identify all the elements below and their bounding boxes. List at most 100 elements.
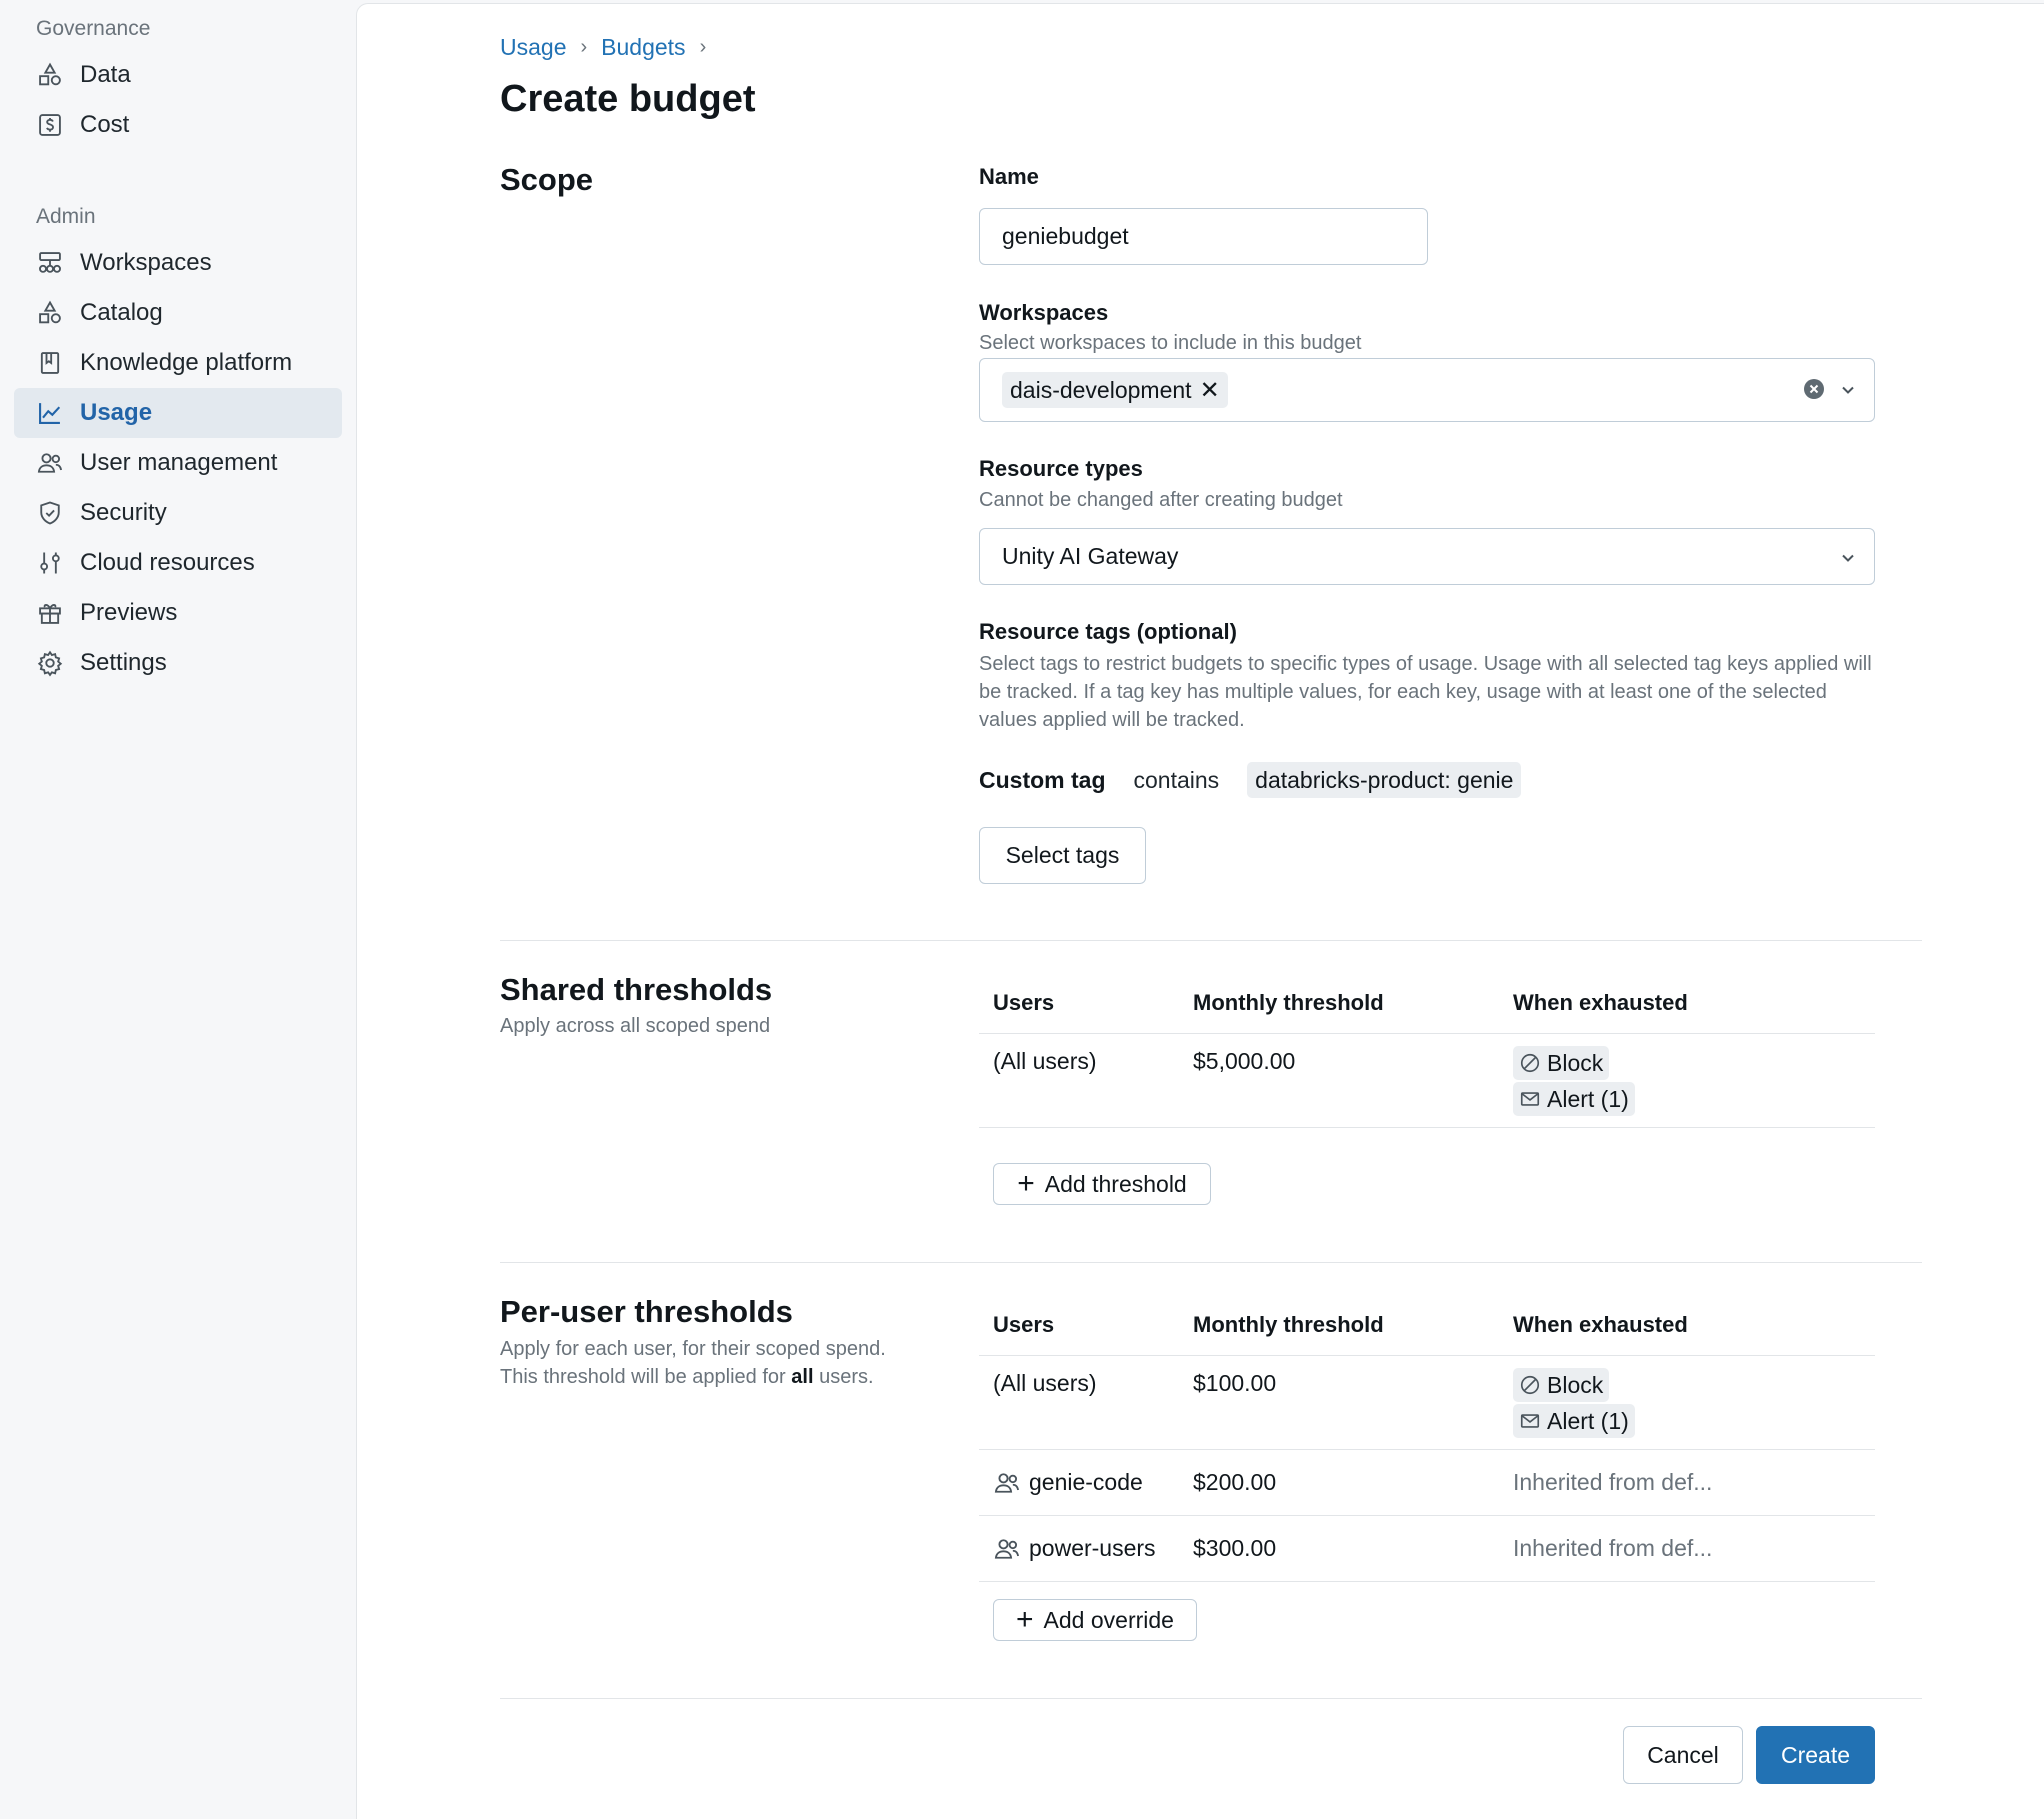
plus-icon: + xyxy=(1016,1603,1034,1636)
row-users: (All users) xyxy=(993,1048,1097,1074)
row-user-name: power-users xyxy=(1029,1535,1156,1561)
name-field[interactable] xyxy=(979,208,1428,265)
sidebar-item-label: Data xyxy=(80,61,131,88)
mail-icon xyxy=(1520,1092,1540,1106)
table-header: Users Monthly threshold When exhausted xyxy=(979,972,1875,1034)
row-users: power-users xyxy=(979,1535,1193,1563)
plus-icon: + xyxy=(1017,1167,1035,1200)
sidebar-item-label: Cost xyxy=(80,111,130,138)
add-override-label: Add override xyxy=(1043,1606,1174,1633)
block-icon xyxy=(1520,1053,1540,1073)
resource-tags-hint: Select tags to restrict budgets to speci… xyxy=(979,653,1872,731)
add-threshold-button[interactable]: + Add threshold xyxy=(993,1163,1211,1205)
shield-icon xyxy=(36,499,64,527)
subtitle-pre: This threshold will be applied for xyxy=(500,1366,786,1388)
column-header-monthly-threshold: Monthly threshold xyxy=(1193,1311,1384,1337)
sidebar-item-catalog[interactable]: Catalog xyxy=(14,288,342,338)
shared-thresholds-subtitle: Apply across all scoped spend xyxy=(500,1015,771,1037)
chevron-down-icon[interactable] xyxy=(1838,379,1858,399)
row-user-name: genie-code xyxy=(1029,1469,1143,1495)
name-input[interactable] xyxy=(1002,223,1427,250)
column-header-monthly-threshold: Monthly threshold xyxy=(1193,989,1384,1015)
resource-types-select[interactable]: Unity AI Gateway xyxy=(979,528,1875,585)
sidebar-item-usage[interactable]: Usage xyxy=(14,388,342,438)
table-row[interactable]: power-users $300.00 Inherited from def..… xyxy=(979,1516,1875,1582)
column-header-users: Users xyxy=(993,989,1055,1015)
remove-chip-icon[interactable]: ✕ xyxy=(1200,376,1220,405)
resource-types-hint: Cannot be changed after creating budget xyxy=(979,489,1343,511)
sidebar-item-data[interactable]: Data xyxy=(14,50,342,100)
alert-badge: Alert (1) xyxy=(1513,1404,1635,1438)
breadcrumb: Usage › Budgets › xyxy=(500,34,720,61)
sliders-icon xyxy=(36,549,64,577)
block-badge: Block xyxy=(1513,1368,1610,1402)
sidebar-item-cost[interactable]: Cost xyxy=(14,100,342,150)
block-label: Block xyxy=(1547,1371,1604,1398)
column-header-users: Users xyxy=(993,1311,1055,1337)
per-user-thresholds-title: Per-user thresholds xyxy=(500,1294,793,1329)
sidebar-item-cloud-resources[interactable]: Cloud resources xyxy=(14,538,342,588)
page-title: Create budget xyxy=(500,78,756,120)
block-icon xyxy=(1520,1375,1540,1395)
tag-filter-row: Custom tag contains databricks-product: … xyxy=(979,762,1522,798)
column-header-when-exhausted: When exhausted xyxy=(1513,1311,1688,1337)
sidebar-item-previews[interactable]: Previews xyxy=(14,588,342,638)
subtitle-line-1: Apply for each user, for their scoped sp… xyxy=(500,1338,886,1360)
subtitle-line-2: This threshold will be applied for all u… xyxy=(500,1363,960,1391)
section-divider xyxy=(500,1262,1922,1263)
subtitle-bold: all xyxy=(791,1366,814,1388)
breadcrumb-separator: › xyxy=(580,36,588,58)
cancel-button[interactable]: Cancel xyxy=(1623,1726,1743,1784)
workspaces-label: Workspaces xyxy=(979,300,1109,325)
breadcrumb-usage-link[interactable]: Usage xyxy=(500,34,566,61)
sidebar-item-label: Previews xyxy=(80,599,178,626)
users-icon xyxy=(36,449,64,477)
sidebar-item-user-management[interactable]: User management xyxy=(14,438,342,488)
sidebar-item-knowledge-platform[interactable]: Knowledge platform xyxy=(14,338,342,388)
table-row[interactable]: (All users) $5,000.00 Block Alert (1) xyxy=(979,1034,1875,1128)
name-label: Name xyxy=(979,164,1039,189)
sidebar-item-settings[interactable]: Settings xyxy=(14,638,342,688)
row-when-exhausted: Inherited from def... xyxy=(1513,1535,1713,1561)
table-row[interactable]: genie-code $200.00 Inherited from def... xyxy=(979,1450,1875,1516)
gift-icon xyxy=(36,599,64,627)
sidebar-section-admin: Admin xyxy=(36,205,96,228)
workspaces-icon xyxy=(36,249,64,277)
shared-thresholds-title: Shared thresholds xyxy=(500,972,773,1007)
per-user-thresholds-table: Users Monthly threshold When exhausted (… xyxy=(979,1294,1875,1582)
section-divider xyxy=(500,940,1922,941)
alert-label: Alert (1) xyxy=(1547,1085,1629,1112)
group-icon xyxy=(993,1535,1021,1563)
sidebar: Governance Data Cost Admin Workspaces Ca… xyxy=(0,0,356,1819)
row-when-exhausted: Block Alert (1) xyxy=(1513,1046,1875,1118)
row-threshold: $100.00 xyxy=(1193,1370,1277,1396)
block-badge: Block xyxy=(1513,1046,1610,1080)
row-threshold: $300.00 xyxy=(1193,1535,1277,1561)
resource-tags-label: Resource tags (optional) xyxy=(979,619,1237,644)
sidebar-item-workspaces[interactable]: Workspaces xyxy=(14,238,342,288)
row-threshold: $200.00 xyxy=(1193,1469,1277,1495)
catalog-shapes-icon xyxy=(36,299,64,327)
alert-label: Alert (1) xyxy=(1547,1407,1629,1434)
block-label: Block xyxy=(1547,1049,1604,1076)
line-chart-icon xyxy=(36,399,64,427)
row-threshold: $5,000.00 xyxy=(1193,1048,1296,1074)
breadcrumb-budgets-link[interactable]: Budgets xyxy=(601,34,685,61)
chevron-down-icon xyxy=(1838,547,1858,567)
select-tags-button[interactable]: Select tags xyxy=(979,827,1146,884)
group-icon xyxy=(993,1469,1021,1497)
workspaces-select[interactable]: dais-development ✕ xyxy=(979,358,1875,422)
sidebar-item-label: Catalog xyxy=(80,299,163,326)
subtitle-post: users. xyxy=(819,1366,874,1388)
add-override-button[interactable]: + Add override xyxy=(993,1599,1197,1641)
tag-operator: contains xyxy=(1133,766,1220,793)
resource-types-value: Unity AI Gateway xyxy=(1002,543,1179,569)
table-row[interactable]: (All users) $100.00 Block Alert (1) xyxy=(979,1356,1875,1450)
create-button[interactable]: Create xyxy=(1756,1726,1875,1784)
clear-selection-icon[interactable] xyxy=(1802,377,1826,401)
sidebar-item-security[interactable]: Security xyxy=(14,488,342,538)
sidebar-item-label: Cloud resources xyxy=(80,549,255,576)
sidebar-item-label: Workspaces xyxy=(80,249,212,276)
row-users: genie-code xyxy=(979,1469,1193,1497)
footer-divider xyxy=(500,1698,1922,1699)
